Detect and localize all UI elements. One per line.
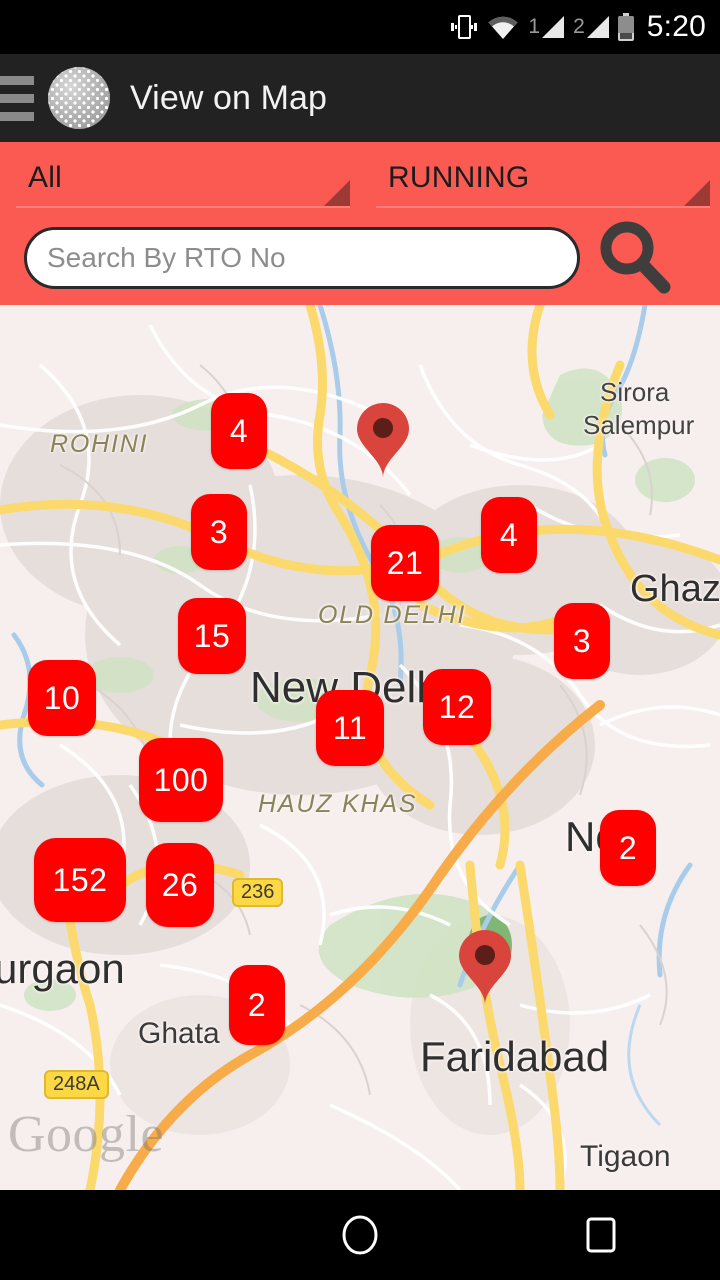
home-button[interactable] — [300, 1190, 420, 1280]
search-field-wrapper[interactable] — [24, 227, 580, 289]
sim2-signal-icon: 2 — [573, 16, 609, 38]
sim1-signal-icon: 1 — [528, 15, 565, 38]
road-shield: 248A — [44, 1070, 109, 1099]
app-bar: View on Map — [0, 54, 720, 142]
road-shield: 236 — [232, 878, 284, 907]
home-circle-icon — [342, 1215, 378, 1255]
cluster-marker[interactable]: 3 — [554, 603, 610, 679]
battery-icon — [617, 13, 634, 41]
search-icon — [600, 221, 671, 294]
cluster-marker[interactable]: 15 — [178, 598, 246, 674]
status-bar: 1 2 5:20 — [0, 0, 720, 54]
google-attribution: Google — [8, 1106, 165, 1163]
spinner-underline — [16, 206, 350, 208]
cluster-marker[interactable]: 26 — [146, 843, 214, 927]
sim2-label: 2 — [573, 15, 585, 38]
page-title: View on Map — [130, 78, 328, 117]
android-nav-bar — [0, 1190, 720, 1280]
hamburger-menu-icon[interactable] — [0, 75, 38, 121]
filter-spinner-status[interactable]: RUNNING — [370, 142, 710, 214]
search-row — [0, 214, 720, 302]
back-triangle-icon — [105, 1213, 135, 1257]
back-button[interactable] — [60, 1190, 180, 1280]
cluster-marker[interactable]: 10 — [28, 660, 96, 736]
cluster-marker[interactable]: 12 — [423, 669, 491, 745]
search-button[interactable] — [580, 214, 690, 302]
search-input[interactable] — [27, 242, 577, 274]
filter-spinner-all-value: All — [28, 161, 62, 194]
cluster-marker[interactable]: 21 — [371, 525, 439, 601]
map-pin-marker[interactable] — [355, 403, 411, 479]
filter-spinner-status-value: RUNNING — [388, 161, 530, 194]
map-pin-marker[interactable] — [457, 930, 513, 1006]
phone-screen: 1 2 5:20 View on Map All RUNNING Search … — [0, 0, 720, 1280]
dropdown-caret-icon — [324, 180, 350, 206]
spinner-underline — [376, 206, 710, 208]
sim1-label: 1 — [528, 15, 541, 38]
filter-panel: All RUNNING — [0, 142, 720, 305]
user-avatar[interactable] — [48, 67, 110, 129]
cluster-marker[interactable]: 3 — [191, 494, 247, 570]
cluster-marker[interactable]: 152 — [34, 838, 126, 922]
cluster-marker[interactable]: 100 — [139, 738, 223, 822]
filter-spinner-all[interactable]: All — [10, 142, 350, 214]
cluster-marker[interactable]: 4 — [481, 497, 537, 573]
spinner-row: All RUNNING — [0, 142, 720, 214]
recents-square-icon — [586, 1217, 616, 1253]
map-canvas[interactable]: Sirora Salempur ROHINI Ghazia OLD DELHI … — [0, 305, 720, 1190]
status-clock: 5:20 — [646, 10, 706, 43]
recents-button[interactable] — [540, 1190, 660, 1280]
cluster-marker[interactable]: 2 — [600, 810, 656, 886]
cluster-marker[interactable]: 4 — [211, 393, 267, 469]
vibrate-icon — [450, 12, 478, 42]
cluster-marker[interactable]: 11 — [316, 690, 384, 766]
cluster-marker[interactable]: 2 — [229, 965, 285, 1045]
dropdown-caret-icon — [684, 180, 710, 206]
wifi-icon — [487, 14, 519, 40]
